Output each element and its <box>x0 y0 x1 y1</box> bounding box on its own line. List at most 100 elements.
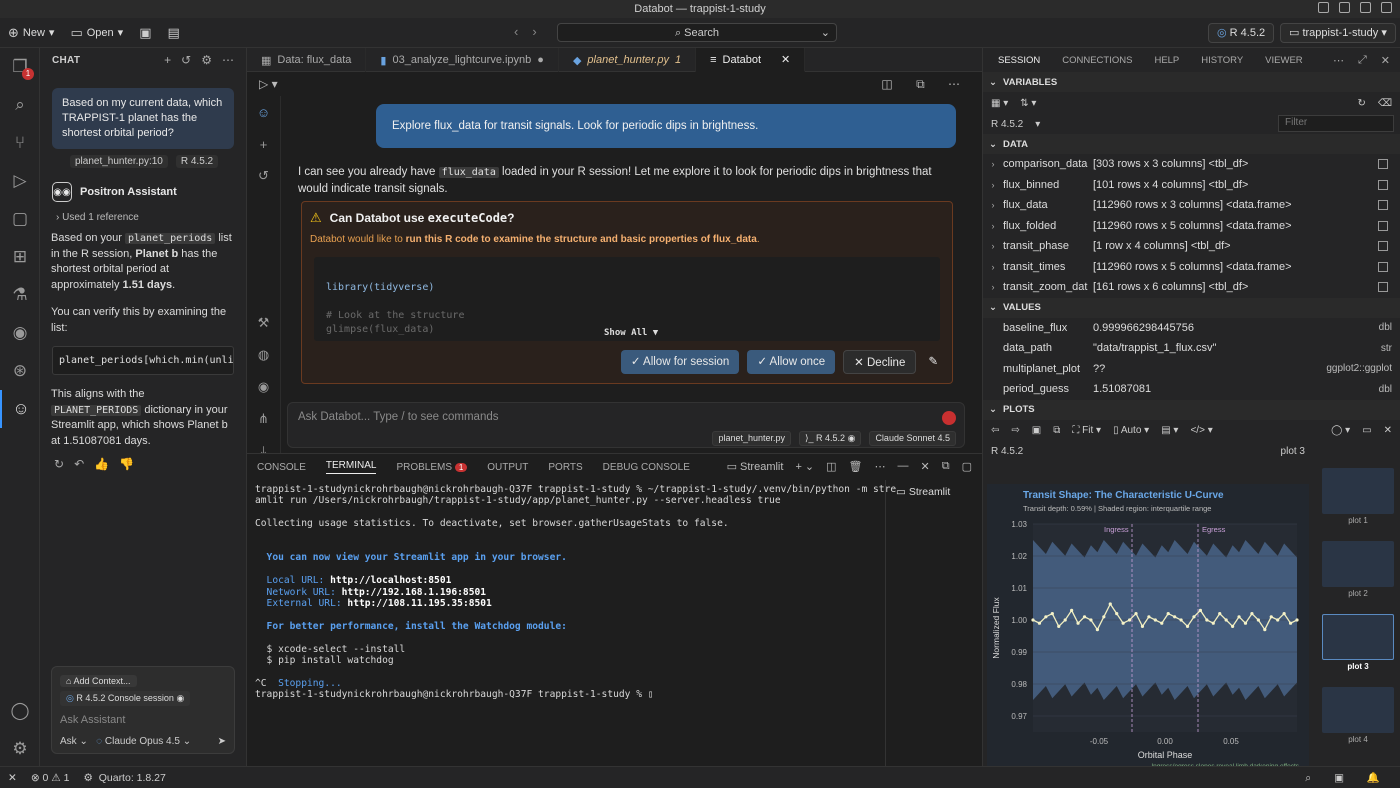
new-button[interactable]: ⊕ New ▾ <box>0 25 62 41</box>
split-icon[interactable]: ◫ <box>826 460 836 473</box>
table-icon[interactable] <box>1378 159 1388 170</box>
chat-input-box[interactable]: ⌂ Add Context... ◎ R 4.5.2 Console sessi… <box>51 666 235 754</box>
tab-console[interactable]: CONSOLE <box>257 462 306 473</box>
tab-problems[interactable]: PROBLEMS 1 <box>396 462 468 473</box>
close-icon[interactable]: ✕ <box>1384 425 1392 436</box>
grid-icon[interactable]: ▦ ▾ <box>991 98 1008 109</box>
undo-icon[interactable]: ↶ <box>74 457 84 471</box>
plots-section[interactable]: ⌄ PLOTS <box>983 399 1400 420</box>
assistant-icon[interactable]: ☺ <box>0 390 40 428</box>
value-row[interactable]: data_path "data/trappist_1_flux.csv" str <box>983 338 1400 359</box>
panel-right-icon[interactable] <box>1381 2 1392 13</box>
circle-icon[interactable]: ◯ ▾ <box>1331 425 1350 436</box>
permission-code[interactable]: library(tidyverse) # Look at the structu… <box>314 257 940 341</box>
tab-planet-hunter[interactable]: ◆ planet_hunter.py 1 <box>559 48 697 72</box>
open-button[interactable]: ▭ Open ▾ <box>62 25 131 41</box>
tab-help[interactable]: HELP <box>1154 55 1179 66</box>
databot-input[interactable]: Ask Databot... Type / to see commands pl… <box>287 402 965 448</box>
tab-databot[interactable]: ≡ Databot ✕ <box>696 48 806 72</box>
add-context-button[interactable]: ⌂ Add Context... <box>60 675 137 687</box>
forward-arrow-icon[interactable]: › <box>532 24 536 39</box>
layout-icon[interactable] <box>1318 2 1329 13</box>
status-right-icons[interactable]: ⌕ ▣ 🔔 <box>1305 771 1390 785</box>
edit-icon[interactable]: ✎ <box>924 350 942 374</box>
table-icon[interactable] <box>1378 261 1388 272</box>
stop-icon[interactable] <box>942 411 956 425</box>
plus-icon[interactable]: + <box>164 53 171 67</box>
run-debug-icon[interactable]: ▷ <box>0 162 40 200</box>
value-row[interactable]: period_guess 1.51087081 dbl <box>983 379 1400 400</box>
close-icon[interactable]: ✕ <box>921 460 930 473</box>
values-section[interactable]: ⌄ VALUES <box>983 297 1400 318</box>
history-icon[interactable]: ↺ <box>247 160 280 192</box>
minimize-icon[interactable]: — <box>898 460 909 473</box>
hierarchy-icon[interactable]: ⋔ <box>247 403 280 435</box>
trash-icon[interactable]: 🗑 <box>849 460 863 473</box>
maximize-icon[interactable]: ⤢ <box>1358 54 1367 67</box>
panel-bottom-icon[interactable] <box>1360 2 1371 13</box>
auto-selector[interactable]: ▯ Auto ▾ <box>1113 425 1149 436</box>
data-row[interactable]: › flux_folded [112960 rows x 5 columns] <d… <box>983 216 1400 237</box>
source-control-icon[interactable]: ⑂ <box>0 124 40 162</box>
account-icon[interactable]: ◯ <box>0 692 40 730</box>
more-icon[interactable]: ⋯ <box>1333 54 1344 67</box>
remote-icon[interactable]: ▢ <box>0 200 40 238</box>
allow-session-button[interactable]: ✓ Allow for session <box>620 350 740 374</box>
forward-arrow-icon[interactable]: ⇨ <box>1011 425 1019 436</box>
close-icon[interactable]: ✕ <box>1381 54 1390 67</box>
github-icon[interactable]: ◉ <box>0 314 40 352</box>
restore-icon[interactable]: ▢ <box>962 460 972 473</box>
tab-viewer[interactable]: VIEWER <box>1265 55 1302 66</box>
plot-thumbnail[interactable] <box>1322 687 1394 733</box>
maximize-icon[interactable]: ⧉ <box>942 460 950 473</box>
quarto-status[interactable]: ⚙ Quarto: 1.8.27 <box>83 772 165 784</box>
value-row[interactable]: baseline_flux 0.999966298445756 dbl <box>983 318 1400 339</box>
save-icon[interactable]: ▣ <box>1032 425 1041 436</box>
panel-left-icon[interactable] <box>1339 2 1350 13</box>
more-icon[interactable]: ⋯ <box>222 53 234 67</box>
code-block[interactable]: planet_periods[which.min(unlis <box>52 346 234 375</box>
remote-icon[interactable]: ✕ <box>8 772 17 784</box>
used-references[interactable]: › Used 1 reference <box>40 202 246 223</box>
r-interpreter-selector[interactable]: ◎ R 4.5.2 <box>1208 23 1275 43</box>
wrench-icon[interactable]: ⚒ <box>247 307 280 339</box>
clear-icon[interactable]: ⌫ <box>1378 98 1392 109</box>
table-icon[interactable] <box>1378 241 1388 252</box>
terminal-output[interactable]: trappist-1-studynickrohrbaugh@nickrohrba… <box>255 484 896 701</box>
plot-thumbnail[interactable] <box>1322 468 1394 514</box>
data-row[interactable]: › flux_data [112960 rows x 3 columns] <dat… <box>983 195 1400 216</box>
file-reference[interactable]: planet_hunter.py:10 <box>70 155 168 168</box>
code-icon[interactable]: </> ▾ <box>1190 425 1212 436</box>
terminal-list-item[interactable]: ▭ Streamlit <box>896 486 972 498</box>
tab-debug-console[interactable]: DEBUG CONSOLE <box>603 462 690 473</box>
eye-icon[interactable]: ◉ <box>247 371 280 403</box>
plot-thumbnail[interactable] <box>1322 614 1394 660</box>
sort-icon[interactable]: ⇅ ▾ <box>1020 98 1036 109</box>
table-icon[interactable] <box>1378 179 1388 190</box>
data-row[interactable]: › flux_binned [101 rows x 4 columns] <tbl_… <box>983 175 1400 196</box>
allow-once-button[interactable]: ✓ Allow once <box>747 350 836 374</box>
filter-input[interactable]: Filter <box>1278 115 1394 132</box>
send-icon[interactable]: ➤ <box>218 736 226 747</box>
plus-icon[interactable]: + ⌄ <box>795 460 814 473</box>
globe-icon[interactable]: ◍ <box>247 339 280 371</box>
clipboard-icon[interactable]: ▤ ▾ <box>1161 425 1178 436</box>
gear-icon[interactable]: ⚙ <box>201 53 212 67</box>
save-icon[interactable]: ▣ <box>131 25 159 41</box>
data-row[interactable]: › comparison_data [303 rows x 3 columns] <… <box>983 154 1400 175</box>
tab-connections[interactable]: CONNECTIONS <box>1062 55 1132 66</box>
deploy-icon[interactable]: ⊛ <box>0 352 40 390</box>
table-icon[interactable] <box>1378 200 1388 211</box>
file-chip[interactable]: planet_hunter.py <box>712 431 792 446</box>
tab-ports[interactable]: PORTS <box>548 462 582 473</box>
console-session-chip[interactable]: ◎ R 4.5.2 Console session ◉ <box>60 691 191 706</box>
more-icon[interactable]: ⋯ <box>875 460 886 473</box>
variables-section[interactable]: ⌄ VARIABLES <box>983 72 1400 92</box>
tab-notebook[interactable]: ▮ 03_analyze_lightcurve.ipynb ● <box>366 48 559 72</box>
layout-icon[interactable]: ▭ <box>1362 425 1371 436</box>
thumbs-up-icon[interactable]: 👍 <box>94 457 109 471</box>
history-icon[interactable]: ↺ <box>181 53 191 67</box>
table-icon[interactable] <box>1378 220 1388 231</box>
databot-logo-icon[interactable]: ☺ <box>247 96 280 128</box>
thumbs-down-icon[interactable]: 👎 <box>119 457 134 471</box>
